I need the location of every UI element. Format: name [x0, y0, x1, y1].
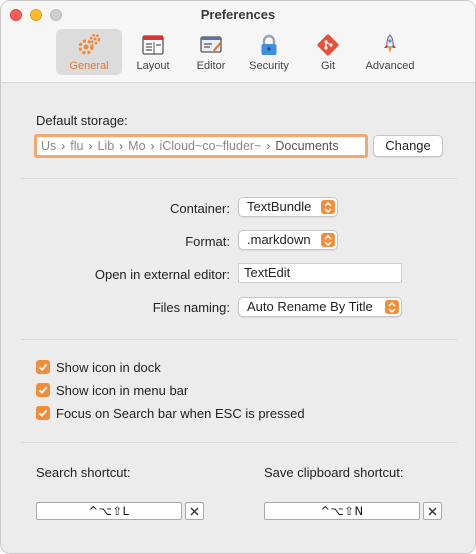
path-segment: Mo: [128, 139, 146, 153]
tab-layout-label: Layout: [136, 60, 170, 72]
window-title: Preferences: [200, 7, 276, 22]
change-storage-button[interactable]: Change: [373, 135, 443, 157]
editor-icon: [198, 32, 224, 58]
show-icon-in-menu-bar-label: Show icon in menu bar: [56, 383, 189, 398]
external-editor-field[interactable]: TextEdit: [238, 263, 402, 283]
path-segment: Documents: [275, 139, 339, 153]
tab-advanced[interactable]: Advanced: [361, 29, 419, 75]
focus-search-on-esc-label: Focus on Search bar when ESC is pressed: [56, 406, 305, 421]
path-segment: flu: [70, 139, 84, 153]
format-select-value: .markdown: [247, 232, 311, 247]
chevron-right-icon: ›: [61, 139, 66, 153]
tab-advanced-label: Advanced: [365, 60, 415, 72]
tab-git-label: Git: [320, 60, 336, 72]
divider: [21, 178, 457, 179]
tab-security[interactable]: Security: [243, 29, 295, 75]
tab-editor-label: Editor: [196, 60, 226, 72]
close-icon: [428, 507, 437, 515]
search-shortcut-label: Search shortcut:: [36, 465, 131, 480]
path-segment: Lib: [97, 139, 115, 153]
tab-security-label: Security: [249, 60, 289, 72]
chevron-right-icon: ›: [88, 139, 93, 153]
checkmark-icon: [38, 409, 48, 418]
chevron-right-icon: ›: [150, 139, 155, 153]
clear-search-shortcut-button[interactable]: [185, 502, 204, 520]
tab-general[interactable]: General: [56, 29, 122, 75]
close-icon: [190, 507, 199, 515]
container-select-value: TextBundle: [247, 199, 312, 214]
divider: [21, 442, 457, 443]
focus-search-on-esc-checkbox[interactable]: [36, 406, 50, 420]
chevron-right-icon: ›: [119, 139, 124, 153]
clipboard-shortcut-recorder[interactable]: ^⌥⇧N: [264, 502, 420, 520]
path-segment: Us: [41, 139, 57, 153]
gear-icon: [76, 32, 102, 58]
show-icon-in-dock-checkbox[interactable]: [36, 360, 50, 374]
clipboard-shortcut-label: Save clipboard shortcut:: [264, 465, 404, 480]
format-label: Format:: [185, 234, 230, 249]
select-stepper-icon: [321, 200, 335, 214]
select-stepper-icon: [385, 300, 399, 314]
default-storage-label: Default storage:: [36, 113, 128, 128]
show-icon-in-menu-bar-checkbox[interactable]: [36, 383, 50, 397]
container-label: Container:: [170, 201, 230, 216]
storage-path-control[interactable]: Us › flu › Lib › Mo › iCloud~co~fluder~ …: [34, 134, 368, 158]
tab-git[interactable]: Git: [307, 29, 349, 75]
lock-icon: [256, 32, 282, 58]
path-segment: iCloud~co~fluder~: [159, 139, 262, 153]
select-stepper-icon: [321, 233, 335, 247]
general-pane: Default storage: Us › flu › Lib › Mo › i…: [1, 84, 475, 553]
files-naming-select[interactable]: Auto Rename By Title: [238, 297, 402, 317]
rocket-icon: [377, 32, 403, 58]
divider: [21, 339, 457, 340]
format-select[interactable]: .markdown: [238, 230, 338, 250]
tab-layout[interactable]: Layout: [129, 29, 177, 75]
git-icon: [315, 32, 341, 58]
files-naming-label: Files naming:: [152, 300, 230, 315]
layout-icon: [140, 32, 166, 58]
clear-clipboard-shortcut-button[interactable]: [423, 502, 442, 520]
checkmark-icon: [38, 386, 48, 395]
tab-editor[interactable]: Editor: [187, 29, 235, 75]
preferences-window: Preferences General Layout Editor Securi…: [0, 0, 476, 554]
tab-general-label: General: [69, 60, 109, 72]
show-icon-in-dock-label: Show icon in dock: [56, 360, 161, 375]
preferences-toolbar: General Layout Editor Security Git Advan…: [1, 29, 475, 75]
chevron-right-icon: ›: [266, 139, 271, 153]
search-shortcut-recorder[interactable]: ^⌥⇧L: [36, 502, 182, 520]
title-bar: Preferences General Layout Editor Securi…: [1, 1, 475, 83]
container-select[interactable]: TextBundle: [238, 197, 338, 217]
files-naming-select-value: Auto Rename By Title: [247, 299, 373, 314]
external-editor-label: Open in external editor:: [94, 267, 230, 282]
checkmark-icon: [38, 363, 48, 372]
